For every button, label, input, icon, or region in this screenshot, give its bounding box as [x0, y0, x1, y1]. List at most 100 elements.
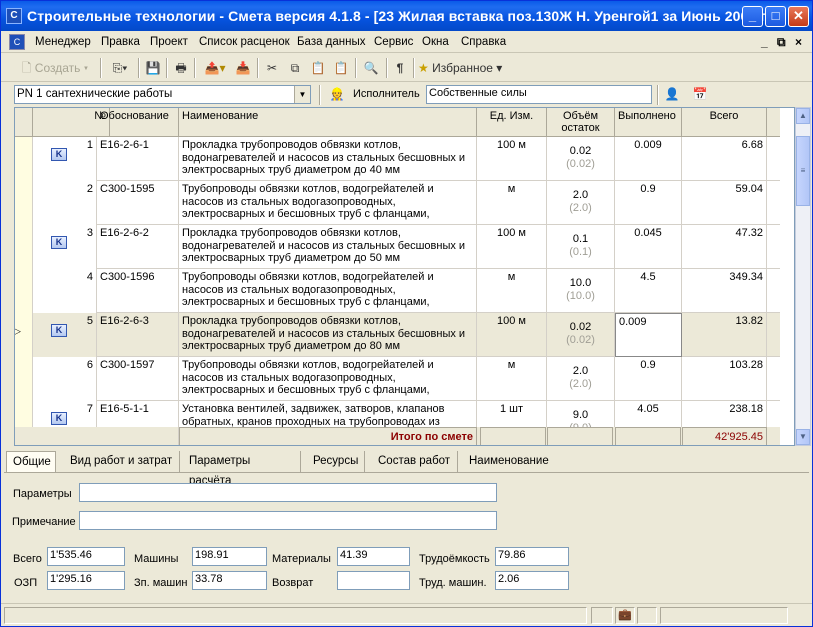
chevron-down-icon[interactable]: ▼ [294, 86, 310, 103]
row-basis: С300-1596 [97, 269, 179, 313]
col-done[interactable]: Выполнено [615, 108, 682, 137]
menu-service[interactable]: Сервис [374, 36, 413, 48]
row-volume: 2.0 [572, 189, 589, 201]
menu-help[interactable]: Справка [461, 36, 506, 48]
scroll-thumb[interactable]: ≡ [796, 136, 810, 206]
labor-field[interactable]: 79.86 [495, 547, 569, 566]
row-total: 47.32 [682, 225, 767, 269]
row-done[interactable]: 4.5 [615, 269, 682, 313]
return-field[interactable] [337, 571, 410, 590]
params-label: Параметры [13, 488, 72, 500]
row-pointer-icon: ▷ [15, 325, 21, 338]
save-icon[interactable]: 💾 [143, 58, 163, 78]
export-icon[interactable]: 📤▾ [199, 58, 231, 78]
col-name[interactable]: Наименование [179, 108, 477, 137]
note-field[interactable] [79, 511, 497, 530]
estimate-table: № Обоснование Наименование Ед. Изм. Объё… [14, 107, 795, 446]
menu-project[interactable]: Проект [150, 36, 188, 48]
row-done[interactable]: 0.009 [615, 313, 682, 357]
menu-database[interactable]: База данных [297, 36, 366, 48]
row-volume: 0.1 [572, 233, 589, 245]
table-row[interactable]: 6 С300-1597 Трубопроводы обвязки котлов, в… [15, 357, 780, 401]
star-icon: ★ [418, 61, 429, 75]
close-button[interactable]: ✕ [788, 6, 809, 27]
col-volume[interactable]: Объём остаток [547, 108, 615, 137]
find-icon[interactable]: 🔍 [360, 58, 382, 78]
favorites-button[interactable]: ★ Избранное ▾ [418, 58, 514, 78]
maximize-button[interactable]: □ [765, 6, 786, 27]
section-select[interactable]: РN 1 сантехнические работы ▼ [14, 85, 311, 104]
tab-resources[interactable]: Ресурсы [307, 451, 365, 473]
mdi-close-icon[interactable]: × [795, 35, 802, 49]
scroll-down-icon[interactable]: ▼ [796, 429, 810, 445]
row-remainder: (0.02) [566, 157, 595, 170]
executor-icon[interactable]: 👷 [327, 84, 347, 104]
table-row[interactable]: 4 С300-1596 Трубопроводы обвязки котлов, в… [15, 269, 780, 313]
machine-labor-field[interactable]: 2.06 [495, 571, 569, 590]
total-cost-field[interactable]: 1'535.46 [47, 547, 125, 566]
table-row[interactable]: 2 С300-1595 Трубопроводы обвязки котлов, в… [15, 181, 780, 225]
row-name: Трубопроводы обвязки котлов, водогрейате… [179, 181, 477, 225]
person-icon[interactable]: 👤 [662, 84, 682, 104]
total-value: 42'925.45 [682, 427, 767, 445]
paste-icon[interactable]: 📋 [331, 58, 351, 78]
col-basis[interactable]: Обоснование [97, 108, 179, 137]
paste-special-icon[interactable]: 📋 [308, 58, 328, 78]
tab-calc-params[interactable]: Параметры расчёта [183, 451, 301, 487]
minimize-button[interactable]: _ [742, 6, 763, 27]
col-unit[interactable]: Ед. Изм. [477, 108, 547, 137]
scroll-up-icon[interactable]: ▲ [796, 108, 810, 124]
mdi-restore-icon[interactable]: ⧉ [777, 35, 786, 50]
tab-work-composition[interactable]: Состав работ [372, 451, 458, 473]
zp-machines-field[interactable]: 33.78 [192, 571, 267, 590]
executor-field[interactable]: Собственные силы [426, 85, 652, 104]
row-name: Трубопроводы обвязки котлов, водогрейате… [179, 357, 477, 401]
params-field[interactable] [79, 483, 497, 502]
row-unit: м [477, 269, 547, 313]
ozp-label: ОЗП [14, 577, 38, 589]
calendar-icon[interactable]: 📅 [690, 84, 710, 104]
paragraph-icon[interactable]: ¶ [390, 58, 410, 78]
row-name: Прокладка трубопроводов обвязки котлов, … [179, 137, 477, 181]
labor-label: Трудоёмкость [419, 553, 490, 565]
tab-work-type[interactable]: Вид работ и затрат [64, 451, 180, 473]
rate-k-icon[interactable]: K [51, 148, 67, 161]
import-icon[interactable]: 📥 [233, 58, 253, 78]
materials-label: Материалы [272, 553, 331, 565]
rate-k-icon[interactable]: K [51, 236, 67, 249]
menu-rates[interactable]: Список расценок [199, 36, 290, 48]
row-total: 6.68 [682, 137, 767, 181]
row-done[interactable]: 0.9 [615, 357, 682, 401]
machine-labor-label: Труд. машин. [419, 577, 487, 589]
col-total[interactable]: Всего [682, 108, 767, 137]
menu-edit[interactable]: Правка [101, 36, 140, 48]
table-row[interactable]: K 3 Е16-2-6-2 Прокладка трубопроводов обвяз… [15, 225, 780, 269]
row-done[interactable]: 0.045 [615, 225, 682, 269]
print-icon[interactable]: 🖶 [171, 58, 191, 78]
document-icon[interactable]: С [9, 34, 25, 50]
menu-manager[interactable]: Менеджер [35, 36, 91, 48]
row-done[interactable]: 0.009 [615, 137, 682, 181]
mdi-minimize-icon[interactable]: _ [761, 35, 768, 49]
table-row[interactable]: ▷ K 5 Е16-2-6-3Прокладка трубопроводов обвя… [15, 313, 780, 357]
vertical-scrollbar[interactable]: ▲ ≡ ▼ [795, 107, 811, 446]
row-basis: С300-1597 [97, 357, 179, 401]
table-header: № Обоснование Наименование Ед. Изм. Объё… [15, 108, 780, 137]
menu-windows[interactable]: Окна [422, 36, 449, 48]
tab-naming[interactable]: Наименование [463, 451, 555, 473]
copy-doc-icon[interactable]: ⎘▾ [105, 58, 135, 78]
copy-icon[interactable]: ⧉ [285, 58, 305, 78]
rate-k-icon[interactable]: K [51, 412, 67, 425]
ozp-field[interactable]: 1'295.16 [47, 571, 125, 590]
row-number: 1 [86, 139, 93, 151]
row-done[interactable]: 0.9 [615, 181, 682, 225]
row-basis: Е16-2-6-2 [97, 225, 179, 269]
machines-field[interactable]: 198.91 [192, 547, 267, 566]
tab-general[interactable]: Общие [6, 451, 56, 473]
materials-field[interactable]: 41.39 [337, 547, 410, 566]
row-number: 2 [86, 183, 93, 195]
rate-k-icon[interactable]: K [51, 324, 67, 337]
cut-icon[interactable]: ✂ [262, 58, 282, 78]
create-button[interactable]: 🗋 Создать ▾ [13, 58, 97, 78]
table-row[interactable]: K 1 Е16-2-6-1 Прокладка трубопроводов обвяз… [15, 137, 780, 181]
